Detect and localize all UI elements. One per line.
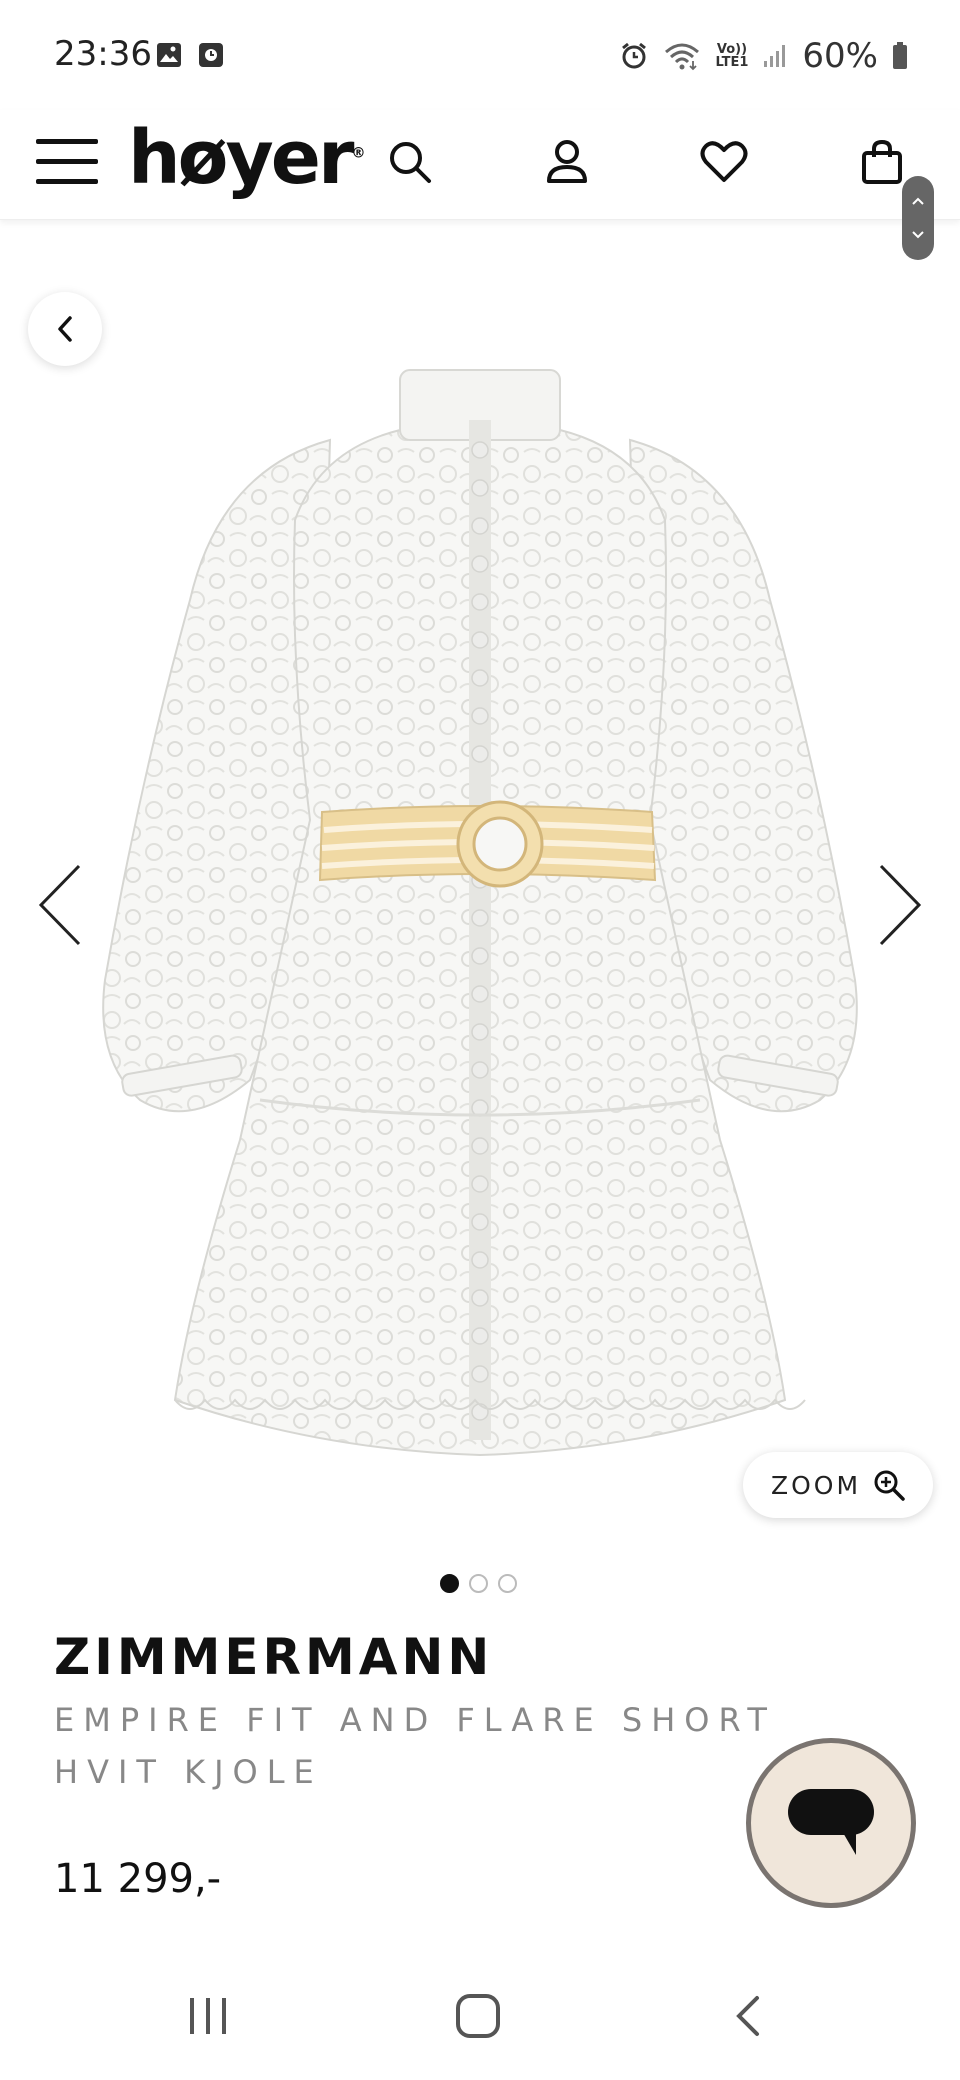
chevron-up-icon[interactable] [911, 196, 925, 206]
status-left-icons [156, 42, 224, 68]
menu-icon-line [36, 178, 98, 184]
chevron-left-icon [38, 864, 81, 946]
product-image[interactable] [80, 360, 880, 1470]
alarm-icon [622, 42, 647, 69]
status-bar: 23:36 Vo)) LTE1 60% [0, 0, 960, 110]
belt [318, 800, 657, 888]
zoom-label: ZOOM [770, 1470, 862, 1500]
gallery-dot-3[interactable] [498, 1574, 517, 1593]
previous-image-button[interactable] [30, 860, 90, 950]
site-header: høyer® [0, 110, 960, 220]
product-brand[interactable]: ZIMMERMANN [54, 1628, 493, 1686]
account-icon [547, 140, 587, 183]
menu-button[interactable] [36, 130, 98, 192]
scroll-helper[interactable] [902, 176, 934, 260]
back-button[interactable] [28, 292, 102, 366]
zoom-button[interactable]: ZOOM [743, 1452, 933, 1518]
signal-icon [764, 45, 786, 67]
status-time: 23:36 [54, 34, 152, 74]
chat-icon [788, 1789, 874, 1855]
chevron-left-icon [58, 316, 72, 342]
wifi-icon [665, 43, 700, 71]
site-logo[interactable]: høyer® [128, 115, 365, 201]
search-icon [390, 142, 431, 183]
gallery-pagination [440, 1574, 517, 1593]
status-right: Vo)) LTE1 60% [619, 36, 908, 76]
account-button[interactable] [537, 132, 597, 192]
chat-button[interactable] [746, 1738, 916, 1908]
product-price: 11 299,- [54, 1856, 222, 1902]
battery-percent: 60% [802, 36, 878, 76]
search-button[interactable] [380, 132, 440, 192]
battery-icon [893, 42, 907, 69]
gallery-dot-1[interactable] [440, 1574, 459, 1593]
chevron-down-icon[interactable] [911, 230, 925, 240]
menu-icon-line [36, 158, 98, 164]
home-icon [456, 1994, 500, 2038]
home-button[interactable] [443, 1986, 513, 2046]
recent-apps-button[interactable] [173, 1986, 243, 2046]
menu-icon [36, 138, 98, 144]
wishlist-button[interactable] [694, 132, 754, 192]
system-navigation-bar [0, 1950, 960, 2080]
system-back-button[interactable] [713, 1986, 783, 2046]
zoom-in-icon [874, 1470, 905, 1501]
back-icon [736, 1996, 759, 2036]
gallery-icon [157, 43, 181, 67]
product-name: EMPIRE FIT AND FLARE SHORT HVIT KJOLE [54, 1701, 776, 1791]
heart-icon [700, 141, 748, 182]
media-icon [199, 43, 223, 67]
network-label-bottom: LTE1 [715, 55, 749, 70]
recent-apps-icon [190, 1998, 226, 2034]
gallery-dot-2[interactable] [469, 1574, 488, 1593]
bag-button[interactable] [852, 132, 912, 192]
bag-icon [862, 139, 902, 184]
logo-mark: ® [351, 145, 366, 162]
chevron-right-icon [879, 864, 922, 946]
next-image-button[interactable] [870, 860, 930, 950]
logo-text: høyer [128, 115, 354, 201]
network-type: Vo)) LTE1 [715, 43, 748, 69]
